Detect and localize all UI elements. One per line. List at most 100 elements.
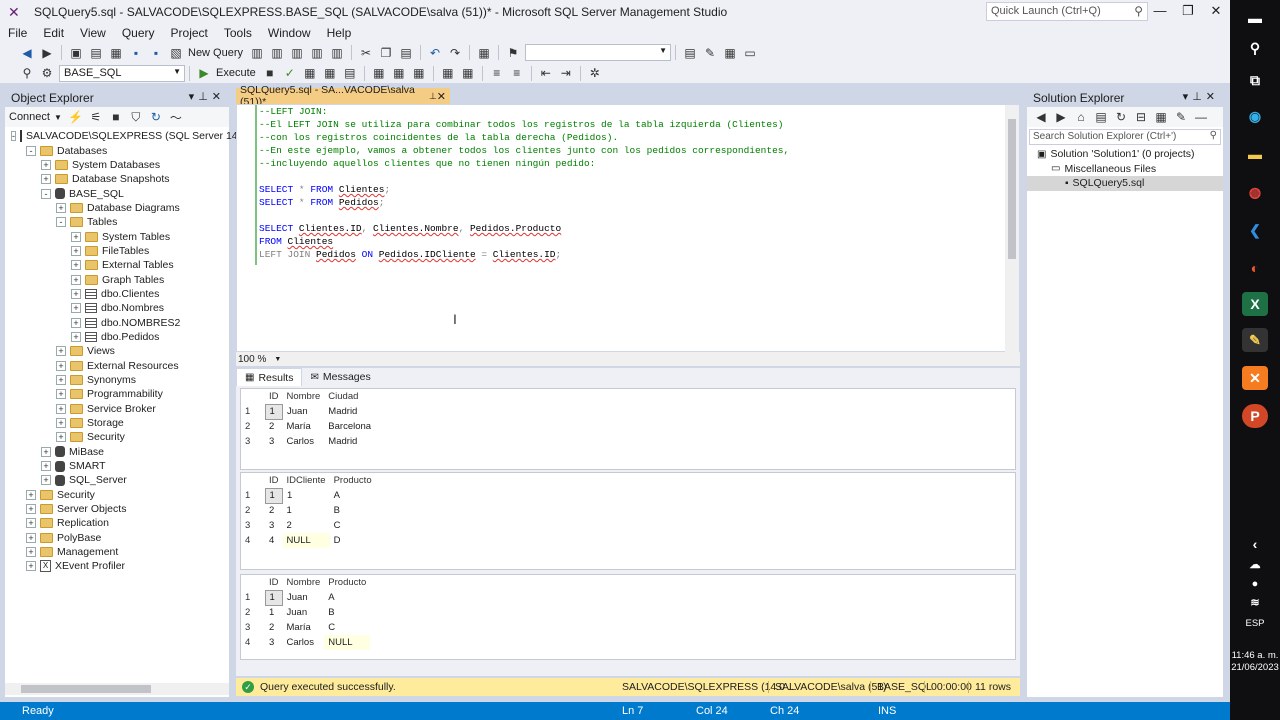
row-number[interactable]: 4: [241, 635, 265, 650]
dropdown-icon[interactable]: ▾: [1183, 91, 1193, 103]
grid-cell[interactable]: Barcelona: [324, 419, 375, 434]
result-grid[interactable]: ID IDCliente Producto 1 1 1 A 2 2 1 B 3 3 2 C 4 4 NULL D: [240, 472, 1016, 570]
execute-icon[interactable]: ▶: [195, 64, 213, 82]
properties-icon[interactable]: ▤: [681, 44, 699, 62]
save-icon[interactable]: ▪: [127, 44, 145, 62]
tree-node[interactable]: + System Tables: [5, 229, 229, 243]
table-row[interactable]: 3 3 Carlos Madrid: [241, 434, 375, 449]
expand-icon[interactable]: +: [71, 260, 81, 271]
disconnect-icon[interactable]: ⚟: [87, 108, 105, 126]
refresh-icon[interactable]: ↻: [147, 108, 165, 126]
grid-cell[interactable]: A: [324, 590, 370, 605]
find-icon[interactable]: ⚑: [504, 44, 522, 62]
tree-node[interactable]: + External Resources: [5, 359, 229, 373]
tree-node[interactable]: + dbo.NOMBRES2: [5, 315, 229, 329]
tree-node[interactable]: + PolyBase: [5, 531, 229, 545]
tab-sqlquery5[interactable]: SQLQuery5.sql - SA...VACODE\salva (51))*…: [236, 84, 450, 108]
tree-node[interactable]: + Service Broker: [5, 402, 229, 416]
decrease-indent-icon[interactable]: ⇤: [537, 64, 555, 82]
edge-icon[interactable]: ◉: [1242, 104, 1268, 128]
dropdown-icon[interactable]: ▾: [189, 91, 199, 103]
clock-time[interactable]: 11:46 a. m.: [1230, 650, 1280, 661]
file-explorer-icon[interactable]: ▬: [1242, 142, 1268, 166]
row-number[interactable]: 3: [241, 620, 265, 635]
table-row[interactable]: 3 2 María C: [241, 620, 370, 635]
expand-icon[interactable]: +: [41, 461, 51, 472]
grid-cell[interactable]: Juan: [283, 590, 325, 605]
expand-icon[interactable]: +: [71, 317, 81, 328]
row-number[interactable]: 3: [241, 518, 265, 533]
expand-icon[interactable]: +: [56, 418, 66, 429]
new-file-icon[interactable]: ▤: [87, 44, 105, 62]
mdx-query-icon[interactable]: ▥: [268, 44, 286, 62]
expand-icon[interactable]: +: [41, 159, 51, 170]
activity-monitor-icon[interactable]: ▦: [475, 44, 493, 62]
grid-cell[interactable]: NULL: [282, 533, 330, 548]
tree-node[interactable]: + Security: [5, 430, 229, 444]
tree-node[interactable]: + Management: [5, 545, 229, 559]
expand-icon[interactable]: +: [71, 274, 81, 285]
expand-icon[interactable]: +: [71, 245, 81, 256]
tree-node[interactable]: + Storage: [5, 416, 229, 430]
table-row[interactable]: 221B: [241, 503, 376, 518]
grid-cell[interactable]: Juan: [283, 605, 325, 620]
new-query-icon[interactable]: ▧: [167, 44, 185, 62]
search-icon[interactable]: ⚲: [1242, 36, 1268, 60]
row-number[interactable]: 2: [241, 605, 265, 620]
tree-node[interactable]: + Views: [5, 344, 229, 358]
grid-cell[interactable]: 1: [264, 589, 283, 606]
task-view-icon[interactable]: ⧉: [1242, 68, 1268, 92]
grid-cell[interactable]: María: [283, 419, 325, 434]
grid-cell[interactable]: 2: [265, 503, 283, 518]
maximize-button[interactable]: ❐: [1174, 0, 1202, 24]
grid-cell[interactable]: 3: [265, 518, 283, 533]
menu-edit[interactable]: Edit: [35, 26, 72, 40]
column-header[interactable]: IDCliente: [282, 473, 330, 488]
menu-project[interactable]: Project: [163, 26, 216, 40]
tree-node[interactable]: + Programmability: [5, 387, 229, 401]
grid-cell[interactable]: D: [330, 533, 376, 548]
solution-search-input[interactable]: Search Solution Explorer (Ctrl+') ⚲: [1029, 129, 1221, 145]
intellisense-icon[interactable]: ▦: [370, 64, 388, 82]
solution-tree-item[interactable]: ▭ Miscellaneous Files: [1027, 162, 1223, 177]
pin-icon[interactable]: ⊥: [429, 91, 437, 102]
table-row[interactable]: 4 4 NULL D: [241, 533, 376, 548]
tree-node[interactable]: + X XEvent Profiler: [5, 559, 229, 573]
row-number[interactable]: 1: [241, 590, 265, 605]
expand-icon[interactable]: +: [26, 504, 36, 515]
grid-cell[interactable]: 3: [265, 434, 283, 449]
tree-node[interactable]: + Security: [5, 488, 229, 502]
new-query-button[interactable]: New Query: [188, 47, 243, 59]
expand-icon[interactable]: +: [71, 231, 81, 242]
menu-tools[interactable]: Tools: [216, 26, 260, 40]
dax-query-icon[interactable]: ▥: [328, 44, 346, 62]
expand-icon[interactable]: +: [56, 360, 66, 371]
grid-cell[interactable]: Madrid: [324, 434, 375, 449]
table-row[interactable]: 1 1 Juan Madrid: [241, 403, 375, 420]
grid-cell[interactable]: A: [330, 488, 376, 503]
grid-cell[interactable]: B: [324, 605, 370, 620]
back-icon[interactable]: ◀: [1032, 108, 1050, 126]
tree-node[interactable]: + SQL_Server: [5, 473, 229, 487]
back-icon[interactable]: ◀: [18, 44, 36, 62]
grid-corner[interactable]: [241, 473, 265, 488]
row-number[interactable]: 4: [241, 533, 265, 548]
expand-icon[interactable]: +: [26, 532, 36, 543]
collapse-icon[interactable]: -: [11, 131, 16, 142]
grid-cell[interactable]: 2: [283, 518, 330, 533]
table-row[interactable]: 2 1 Juan B: [241, 605, 370, 620]
tree-node[interactable]: + dbo.Nombres: [5, 301, 229, 315]
grid-cell[interactable]: 1: [264, 487, 283, 504]
column-header[interactable]: Producto: [329, 473, 376, 488]
close-icon[interactable]: ✕: [1206, 91, 1219, 103]
tree-node[interactable]: + dbo.Clientes: [5, 287, 229, 301]
excel-icon[interactable]: X: [1242, 292, 1268, 316]
ssms-taskbar-icon[interactable]: ✎: [1242, 328, 1268, 352]
tree-node[interactable]: + Graph Tables: [5, 272, 229, 286]
display-plan-icon[interactable]: ▦: [301, 64, 319, 82]
chevron-down-icon[interactable]: ▼: [274, 356, 281, 363]
activity-icon[interactable]: 〜: [167, 108, 185, 126]
expand-icon[interactable]: +: [56, 346, 66, 357]
column-header[interactable]: ID: [265, 575, 283, 590]
expand-icon[interactable]: +: [26, 518, 36, 529]
